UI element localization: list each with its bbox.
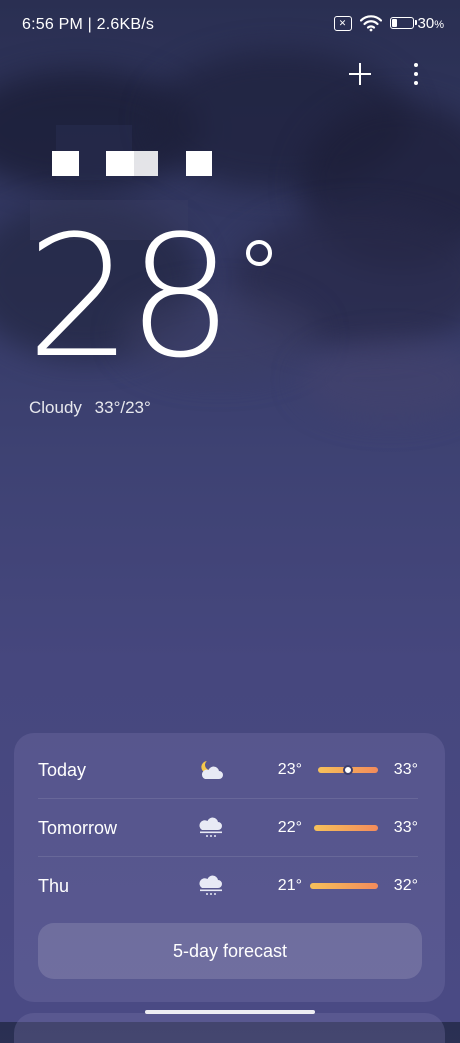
forecast-high: 33° [393, 761, 418, 778]
forecast-day: Thu [38, 875, 70, 896]
status-time-speed: 6:56 PM | 2.6KB/s [22, 16, 155, 33]
forecast-row-thu[interactable]: Thu 21° 32° [38, 857, 418, 915]
status-bar: 6:56 PM | 2.6KB/s ✕ 30% [0, 0, 460, 52]
no-sim-icon: ✕ [333, 15, 352, 31]
forecast-row-tomorrow[interactable]: Tomorrow 22° 33° [38, 799, 418, 857]
temperature-range-bar [318, 765, 378, 775]
five-day-forecast-button[interactable]: 5-day forecast [38, 923, 422, 979]
forecast-card: Today 23° 33° Tomorrow 22° 33° Thu 21° 3… [14, 733, 445, 1002]
wifi-icon [359, 15, 382, 32]
current-temperature-marker [343, 765, 353, 775]
cloudy-rain-icon [199, 875, 222, 895]
forecast-low: 23° [277, 761, 302, 778]
add-city-button[interactable] [346, 60, 374, 88]
more-options-button[interactable] [406, 60, 426, 88]
battery-percent: 30% [417, 14, 444, 32]
partly-cloudy-night-icon [201, 761, 223, 779]
home-indicator[interactable] [145, 1010, 315, 1014]
city-name-redacted [52, 148, 222, 178]
forecast-day: Today [38, 759, 87, 780]
forecast-high: 33° [393, 819, 418, 836]
cloudy-rain-icon [199, 817, 222, 837]
degree-symbol [245, 240, 272, 266]
forecast-low: 22° [277, 819, 302, 836]
status-icons: ✕ 30% [333, 14, 444, 32]
current-temperature: 28 [26, 212, 272, 382]
temperature-range-bar [310, 883, 378, 889]
battery-icon [389, 17, 417, 29]
condition-text: Cloudy [29, 398, 82, 417]
forecast-day: Tomorrow [38, 817, 118, 838]
forecast-low: 21° [277, 877, 302, 894]
temperature-range: 33°/23° [94, 398, 151, 417]
forecast-high: 32° [393, 877, 418, 894]
temperature-range-bar [314, 825, 378, 831]
current-condition: Cloudy 33°/23° [29, 398, 151, 418]
forecast-row-today[interactable]: Today 23° 33° [38, 741, 418, 799]
temperature-value: 28 [26, 199, 234, 395]
next-card-peek [14, 1013, 445, 1043]
battery-indicator: 30% [389, 14, 444, 32]
